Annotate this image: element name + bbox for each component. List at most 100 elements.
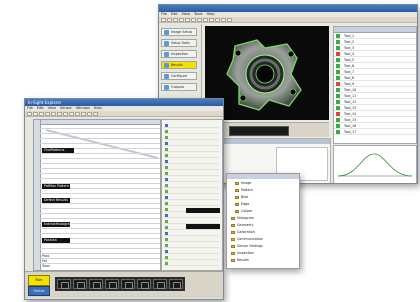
palette-item[interactable] <box>164 195 219 200</box>
menu-item[interactable]: View <box>48 106 56 110</box>
palette-item[interactable] <box>164 249 219 254</box>
tree-item[interactable]: Blob <box>235 195 248 199</box>
toolbar-button[interactable] <box>179 18 184 22</box>
palette-item[interactable] <box>164 135 219 140</box>
tool-name: Tool_13 <box>344 106 357 110</box>
palette-item[interactable] <box>164 171 219 176</box>
bolt-hole-1 <box>234 49 242 57</box>
bolt-hole-2 <box>287 50 295 58</box>
palette-item[interactable] <box>164 183 219 188</box>
toolbar-button[interactable] <box>63 112 68 116</box>
tree-item[interactable]: Histogram <box>231 216 254 220</box>
toolbar-button[interactable] <box>27 112 32 116</box>
frame-strip[interactable] <box>229 126 289 136</box>
tree-item[interactable]: Edge <box>235 202 249 206</box>
tree-item[interactable]: Image <box>235 181 251 185</box>
toolbar-button[interactable] <box>191 18 196 22</box>
palette-item[interactable] <box>164 213 219 218</box>
toolbar-button[interactable] <box>227 18 232 22</box>
tree-item[interactable]: Results <box>231 258 249 262</box>
palette-item[interactable] <box>164 237 219 242</box>
task-button[interactable]: Results <box>161 61 197 69</box>
toolbar-button[interactable] <box>173 18 178 22</box>
palette-item[interactable] <box>164 141 219 146</box>
palette-item[interactable] <box>164 159 219 164</box>
film-frame[interactable] <box>57 279 71 289</box>
film-frame[interactable] <box>105 279 119 289</box>
section-header: Position <box>42 238 70 243</box>
spreadsheet-grid[interactable]: FindPatterns PatMax Pattern Defect Results… <box>33 119 161 271</box>
tree-item[interactable]: Inspection <box>231 251 254 255</box>
toolbar-button[interactable] <box>209 18 214 22</box>
tree-item[interactable]: Communication <box>231 237 263 241</box>
toolbar-button[interactable] <box>39 112 44 116</box>
filmstrip[interactable] <box>55 277 185 291</box>
task-button[interactable]: Image Setup <box>161 28 197 36</box>
film-frame[interactable] <box>169 279 183 289</box>
palette-item[interactable] <box>164 177 219 182</box>
menu-item[interactable]: Help <box>207 12 215 16</box>
toolbar-button[interactable] <box>93 112 98 116</box>
table-row[interactable]: Tool_17 <box>334 129 416 135</box>
result-label: Pass <box>42 254 50 258</box>
film-frame[interactable] <box>137 279 151 289</box>
palette-item[interactable] <box>164 153 219 158</box>
palette-item[interactable] <box>164 255 219 260</box>
palette-item[interactable] <box>164 243 219 248</box>
tree-item[interactable]: Pattern <box>235 188 253 192</box>
task-button[interactable]: Inspection <box>161 50 197 58</box>
toolbar-button[interactable] <box>167 18 172 22</box>
toolbar-button[interactable] <box>185 18 190 22</box>
toolbar-button[interactable] <box>221 18 226 22</box>
spreadsheet-app-window-left: In-Sight Explorer File Edit View Sensor Wind… <box>24 98 224 300</box>
palette-item-icon <box>165 166 168 169</box>
toolbar-button[interactable] <box>45 112 50 116</box>
toolbar-button[interactable] <box>87 112 92 116</box>
menu-item[interactable]: Edit <box>171 12 178 16</box>
film-frame[interactable] <box>73 279 87 289</box>
menu-item[interactable]: Sensor <box>60 106 72 110</box>
task-button[interactable]: Outputs <box>161 83 197 91</box>
toolbar-button[interactable] <box>33 112 38 116</box>
film-frame[interactable] <box>121 279 135 289</box>
palette-item[interactable] <box>164 201 219 206</box>
tree-item[interactable]: Geometry <box>231 223 253 227</box>
task-button[interactable]: Configure <box>161 72 197 80</box>
toolbar-button[interactable] <box>197 18 202 22</box>
toolbar-button[interactable] <box>57 112 62 116</box>
palette-item[interactable] <box>164 231 219 236</box>
tree-item[interactable]: Caliper <box>235 209 253 213</box>
toolbar-button[interactable] <box>203 18 208 22</box>
tree-item[interactable]: Sensor Settings <box>231 244 263 248</box>
film-frame[interactable] <box>153 279 167 289</box>
pass-indicator <box>336 58 340 62</box>
palette-item-icon <box>165 136 168 139</box>
toolbar-button[interactable] <box>51 112 56 116</box>
palette-item[interactable] <box>164 165 219 170</box>
run-button[interactable]: Run <box>28 275 50 286</box>
palette-item[interactable] <box>164 261 219 266</box>
palette-item[interactable] <box>164 123 219 128</box>
palette-item[interactable] <box>164 189 219 194</box>
toolbar-button[interactable] <box>69 112 74 116</box>
task-icon <box>164 30 169 35</box>
toolbar-button[interactable] <box>215 18 220 22</box>
toolbar-button[interactable] <box>75 112 80 116</box>
online-button[interactable]: Online <box>28 286 50 296</box>
pass-indicator <box>336 52 340 56</box>
table-row[interactable] <box>40 259 160 264</box>
menu-item[interactable]: Window <box>76 106 90 110</box>
menu-item[interactable]: View <box>182 12 190 16</box>
menu-item[interactable]: File <box>161 12 167 16</box>
menu-item[interactable]: File <box>27 106 33 110</box>
menu-item[interactable]: Tools <box>194 12 203 16</box>
menu-item[interactable]: Help <box>94 106 102 110</box>
toolbar-button[interactable] <box>81 112 86 116</box>
film-frame[interactable] <box>89 279 103 289</box>
palette-item[interactable] <box>164 147 219 152</box>
task-button[interactable]: Setup Tools <box>161 39 197 47</box>
tree-item[interactable]: Calibration <box>231 230 255 234</box>
palette-item[interactable] <box>164 129 219 134</box>
toolbar-button[interactable] <box>161 18 166 22</box>
menu-item[interactable]: Edit <box>37 106 44 110</box>
